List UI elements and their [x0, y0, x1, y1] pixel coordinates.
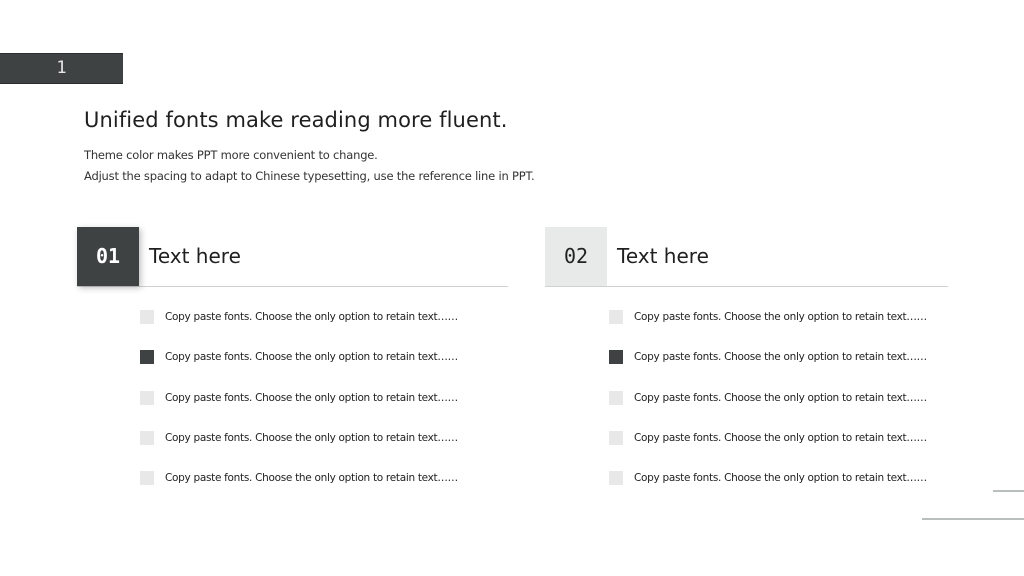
bullet-square-icon [140, 310, 154, 324]
bullet-square-icon [140, 350, 154, 365]
list-item-text: Copy paste fonts. Choose the only option… [165, 472, 458, 484]
bullet-square-icon [609, 471, 623, 485]
list-item-text: Copy paste fonts. Choose the only option… [165, 311, 458, 323]
list-item-text: Copy paste fonts. Choose the only option… [165, 431, 458, 444]
bullet-square-icon [609, 430, 623, 445]
subtitle-line-2: Adjust the spacing to adapt to Chinese t… [84, 169, 535, 183]
section-number: 01 [77, 227, 139, 286]
list-item-text: Copy paste fonts. Choose the only option… [634, 472, 927, 484]
section-01: 01 Text here Copy paste fonts. Choose th… [77, 227, 508, 485]
bullet-square-icon [140, 471, 154, 485]
section-title: Text here [617, 244, 709, 268]
bullet-square-icon [609, 350, 623, 365]
list-item-text: Copy paste fonts. Choose the only option… [634, 311, 927, 323]
list-item-text: Copy paste fonts. Choose the only option… [165, 391, 458, 404]
section-title: Text here [149, 244, 241, 268]
section-02: 02 Text here Copy paste fonts. Choose th… [545, 227, 948, 485]
page-number-badge: 1 [0, 53, 123, 84]
section-header: 01 Text here [77, 227, 508, 287]
bullet-square-icon [609, 310, 623, 324]
list-item-text: Copy paste fonts. Choose the only option… [165, 351, 458, 364]
list-item-text: Copy paste fonts. Choose the only option… [634, 351, 927, 364]
section-header: 02 Text here [545, 227, 948, 287]
bullet-square-icon [140, 390, 154, 405]
bullet-square-icon [609, 390, 623, 405]
decorative-line [993, 490, 1024, 492]
section-number: 02 [545, 227, 607, 286]
decorative-line [922, 518, 1024, 520]
list-item-text: Copy paste fonts. Choose the only option… [634, 431, 927, 444]
subtitle-line-1: Theme color makes PPT more convenient to… [84, 148, 378, 162]
bullet-square-icon [140, 430, 154, 445]
slide-title: Unified fonts make reading more fluent. [84, 108, 508, 132]
list-item-text: Copy paste fonts. Choose the only option… [634, 391, 927, 404]
